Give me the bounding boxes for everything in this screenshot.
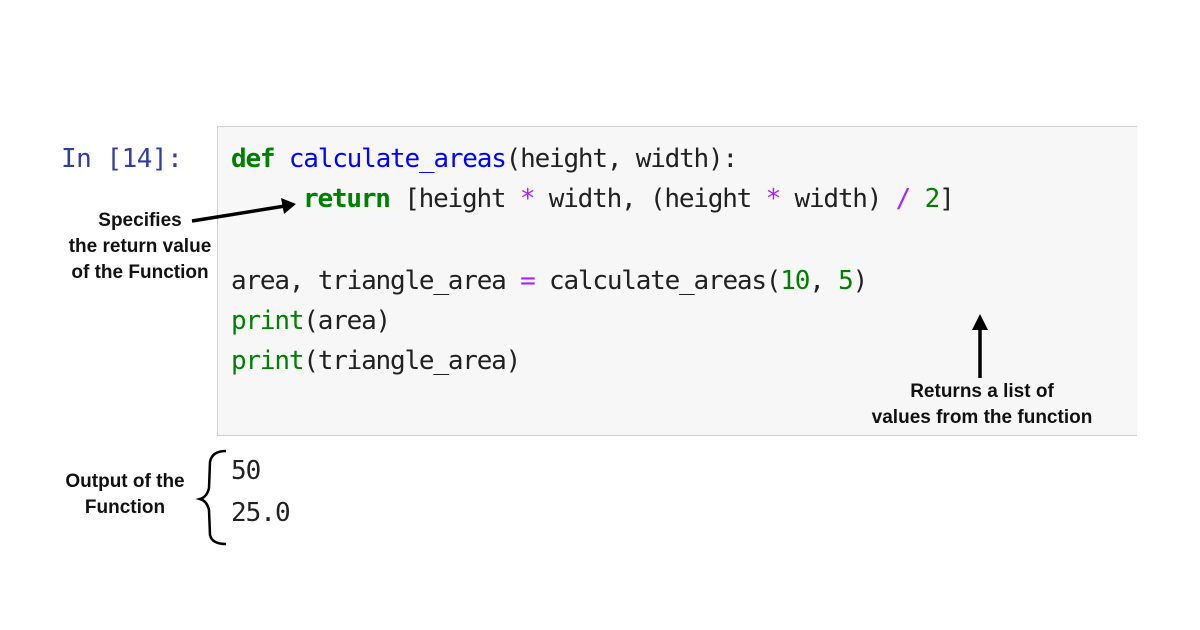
curly-brace-icon (195, 449, 227, 546)
arrow-up-icon (972, 314, 988, 378)
annotation-overlay (191, 198, 988, 546)
arrow-right-icon (191, 198, 296, 223)
